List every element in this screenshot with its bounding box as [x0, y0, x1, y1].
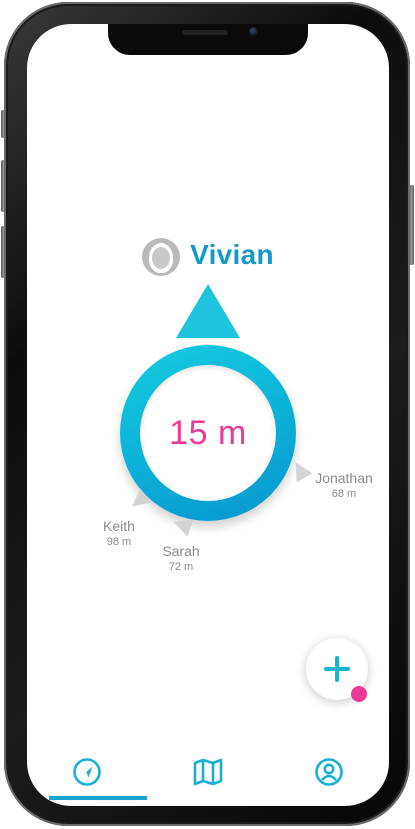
camera — [249, 27, 258, 36]
bottom-nav — [27, 744, 389, 806]
avatar-face — [152, 247, 171, 269]
distance-value: 15 m — [169, 413, 247, 452]
nav-item-map[interactable] — [148, 744, 269, 806]
nearby-person-sarah[interactable]: Sarah 72 m — [151, 543, 211, 573]
direction-arrow-icon — [176, 284, 240, 338]
active-tab-indicator — [49, 796, 147, 800]
speaker — [182, 30, 228, 35]
user-name: Vivian — [190, 239, 274, 270]
nearby-person-name: Jonathan — [315, 470, 373, 486]
nearby-person-name: Keith — [103, 518, 135, 534]
notification-dot — [351, 686, 367, 702]
phone-device: Vivian 15 m Jonathan 68 m Keith 98 m Sar… — [0, 0, 415, 829]
tracked-user[interactable]: Vivian — [27, 238, 389, 276]
profile-icon — [314, 758, 343, 786]
nearby-person-distance: 72 m — [168, 561, 194, 573]
nearby-person-jonathan[interactable]: Jonathan 68 m — [309, 470, 379, 500]
nearby-person-distance: 98 m — [106, 536, 132, 548]
distance-ring: 15 m — [120, 345, 296, 521]
nearby-person-keith[interactable]: Keith 98 m — [91, 518, 147, 548]
nearby-person-name: Sarah — [162, 543, 200, 559]
distance-ring-inner: 15 m — [140, 365, 276, 501]
app-screen: Vivian 15 m Jonathan 68 m Keith 98 m Sar… — [27, 24, 389, 806]
notch — [108, 24, 308, 55]
nearby-person-distance: 68 m — [331, 488, 357, 500]
map-icon — [193, 758, 223, 786]
nav-item-profile[interactable] — [268, 744, 389, 806]
navigation-icon — [73, 758, 102, 786]
avatar — [142, 238, 181, 276]
plus-icon — [324, 656, 350, 682]
